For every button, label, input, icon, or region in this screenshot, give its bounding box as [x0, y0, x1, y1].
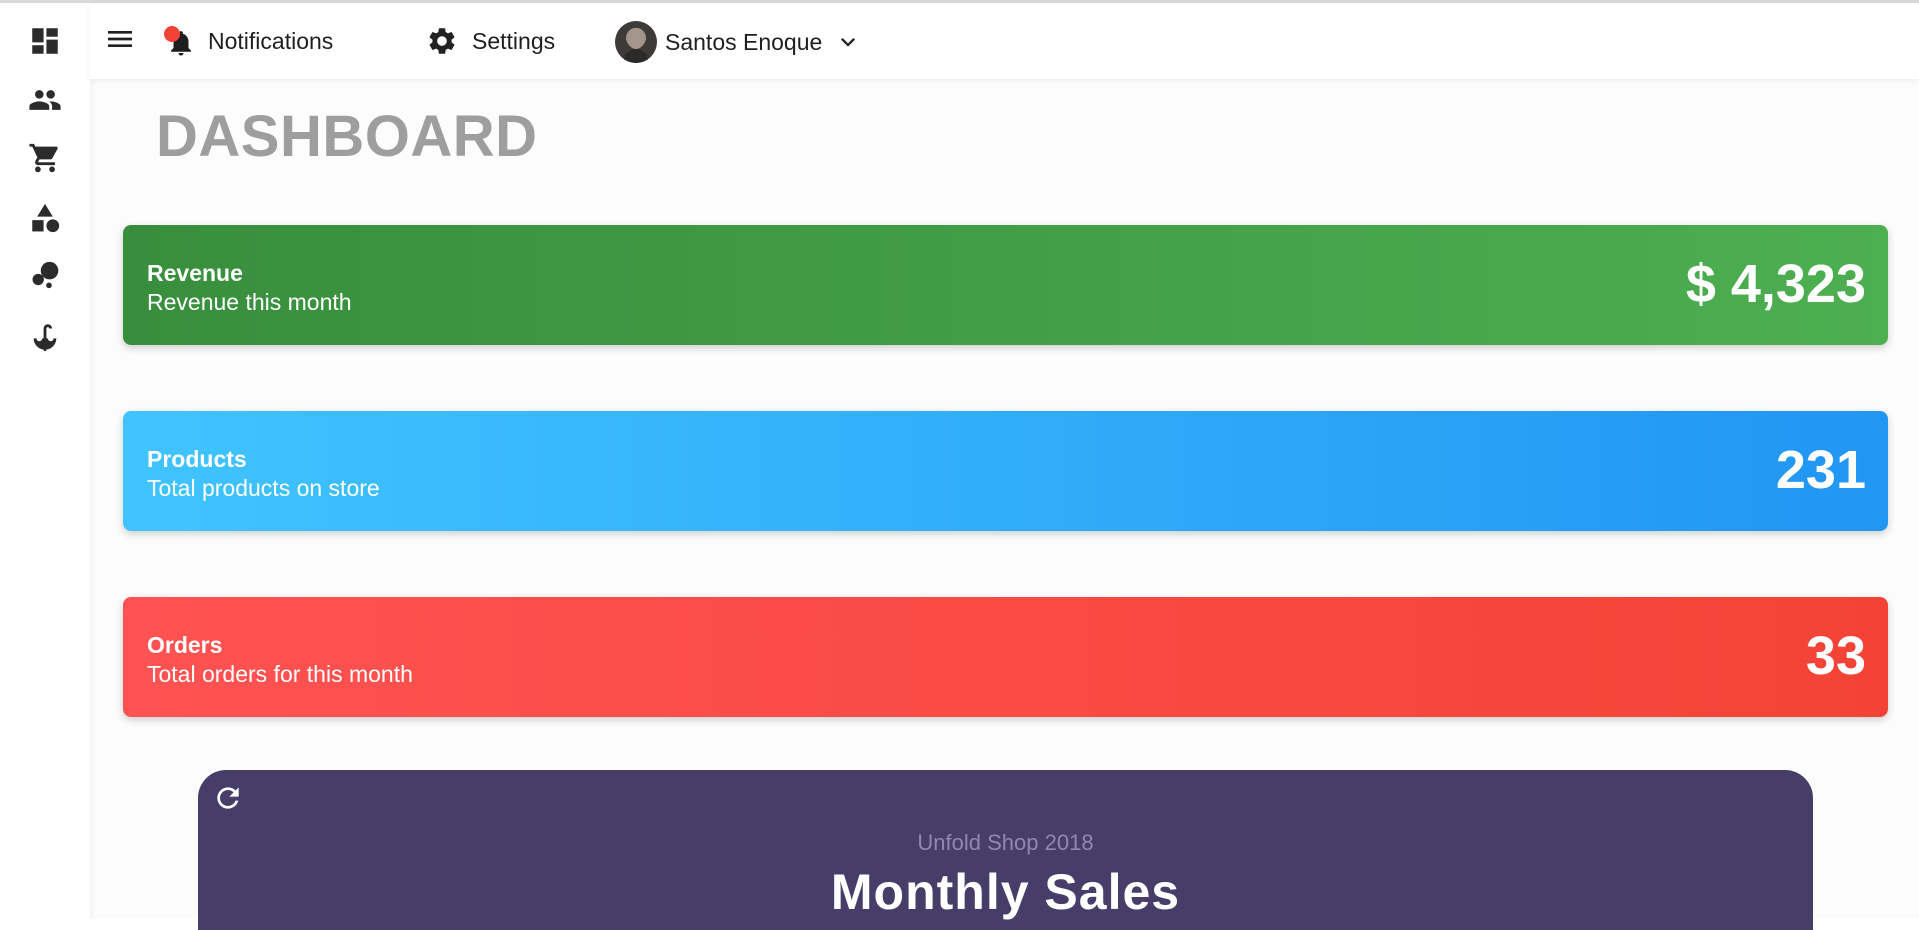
sidebar-item-categories[interactable] [21, 194, 69, 242]
products-subtitle: Total products on store [147, 475, 380, 501]
icon-sidebar [0, 3, 90, 918]
top-app-bar: Notifications Settings Santos Enoque [90, 3, 1919, 79]
sidebar-item-dashboard[interactable] [21, 17, 69, 65]
umbrella-icon [33, 324, 57, 352]
user-name: Santos Enoque [665, 28, 823, 55]
sidebar-item-umbrella[interactable] [21, 313, 69, 361]
settings-button[interactable]: Settings [426, 23, 555, 59]
dashboard-icon [32, 28, 58, 54]
products-title: Products [147, 446, 247, 472]
orders-subtitle: Total orders for this month [147, 661, 413, 687]
monthly-sales-card: Unfold Shop 2018 Monthly Sales [198, 770, 1813, 930]
notifications-button[interactable]: Notifications [162, 23, 333, 59]
revenue-value: $ 4,323 [1685, 254, 1866, 314]
sales-subtitle: Unfold Shop 2018 [917, 830, 1094, 855]
refresh-icon [217, 787, 239, 809]
main-content: Notifications Settings Santos Enoque DAS… [90, 3, 1919, 930]
gear-icon [429, 28, 455, 54]
products-card: Products Total products on store 231 [123, 411, 1888, 531]
cart-icon [29, 143, 58, 173]
menu-icon [108, 31, 132, 47]
orders-title: Orders [147, 632, 223, 658]
revenue-title: Revenue [147, 260, 243, 286]
shapes-icon [32, 203, 60, 233]
settings-label: Settings [472, 27, 556, 54]
sidebar-item-users[interactable] [21, 76, 69, 124]
orders-card: Orders Total orders for this month 33 [123, 597, 1888, 717]
revenue-card: Revenue Revenue this month $ 4,323 [123, 225, 1888, 345]
products-value: 231 [1775, 440, 1866, 500]
notifications-label: Notifications [208, 27, 334, 54]
sidebar-item-brands[interactable] [21, 252, 69, 300]
users-icon [29, 90, 61, 110]
refresh-button[interactable] [212, 782, 248, 818]
user-menu[interactable]: Santos Enoque [615, 21, 862, 63]
page-title: DASHBOARD [156, 104, 538, 169]
bell-icon [162, 24, 196, 58]
orders-value: 33 [1805, 626, 1866, 686]
chevron-down-icon [841, 38, 856, 47]
sidebar-item-cart[interactable] [21, 134, 69, 182]
menu-button[interactable] [104, 23, 136, 55]
avatar [615, 21, 657, 63]
revenue-subtitle: Revenue this month [147, 289, 352, 315]
notification-badge [164, 26, 180, 42]
bubbles-icon [32, 261, 59, 289]
sales-title: Monthly Sales [830, 864, 1181, 920]
